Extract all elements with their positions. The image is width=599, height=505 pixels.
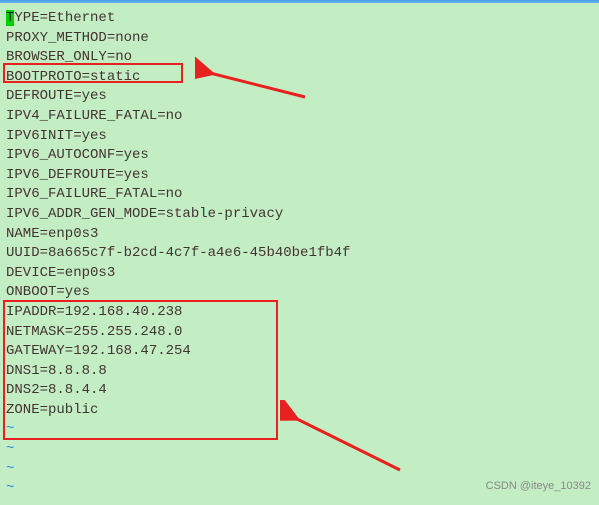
config-line: ZONE=public — [6, 401, 593, 421]
config-line: IPV6_DEFROUTE=yes — [6, 166, 593, 186]
watermark: CSDN @iteye_10392 — [486, 480, 591, 492]
config-line: IPV6INIT=yes — [6, 127, 593, 147]
config-line: DEVICE=enp0s3 — [6, 264, 593, 284]
vim-tilde-line: ~ — [6, 460, 593, 480]
config-line: BROWSER_ONLY=no — [6, 48, 593, 68]
cursor-icon: T — [6, 10, 14, 26]
config-line: IPADDR=192.168.40.238 — [6, 303, 593, 323]
config-line: DEFROUTE=yes — [6, 87, 593, 107]
config-line: TYPE=Ethernet — [6, 9, 593, 29]
config-line: UUID=8a665c7f-b2cd-4c7f-a4e6-45b40be1fb4… — [6, 244, 593, 264]
config-line: PROXY_METHOD=none — [6, 29, 593, 49]
config-line: BOOTPROTO=static — [6, 68, 593, 88]
vim-tilde-line: ~ — [6, 420, 593, 440]
config-line: NETMASK=255.255.248.0 — [6, 323, 593, 343]
config-line: NAME=enp0s3 — [6, 225, 593, 245]
terminal-content[interactable]: TYPE=EthernetPROXY_METHOD=noneBROWSER_ON… — [0, 3, 599, 505]
config-line: IPV6_FAILURE_FATAL=no — [6, 185, 593, 205]
config-line: DNS1=8.8.8.8 — [6, 362, 593, 382]
config-line: IPV6_ADDR_GEN_MODE=stable-privacy — [6, 205, 593, 225]
config-line: ONBOOT=yes — [6, 283, 593, 303]
config-line: IPV6_AUTOCONF=yes — [6, 146, 593, 166]
config-line: DNS2=8.8.4.4 — [6, 381, 593, 401]
vim-tilde-line: ~ — [6, 440, 593, 460]
config-line: IPV4_FAILURE_FATAL=no — [6, 107, 593, 127]
config-line: GATEWAY=192.168.47.254 — [6, 342, 593, 362]
